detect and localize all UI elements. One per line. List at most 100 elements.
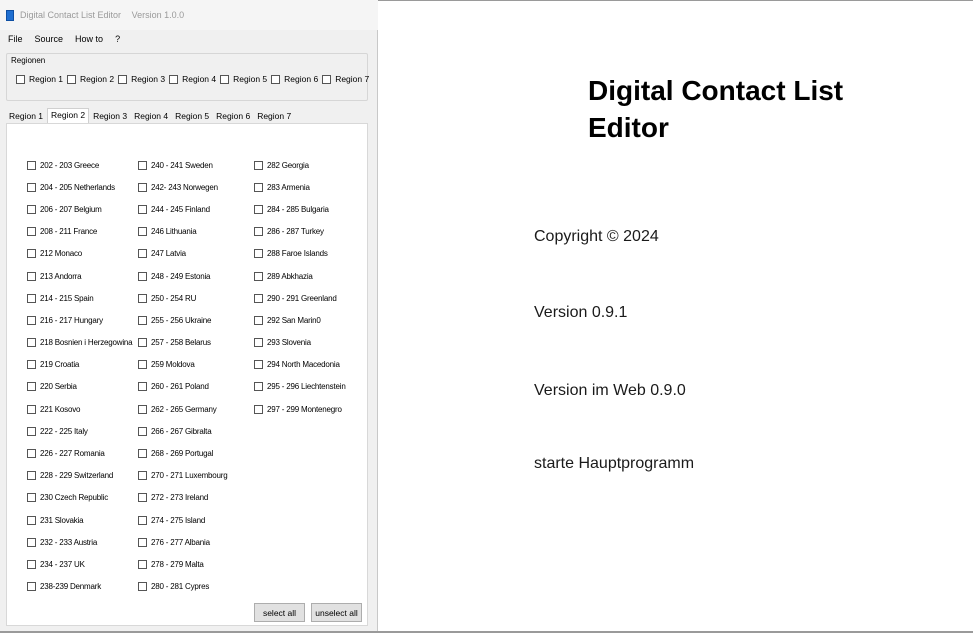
- country-checkbox[interactable]: 202 - 203 Greece: [27, 154, 132, 176]
- checkbox-square[interactable]: [27, 360, 36, 370]
- checkbox-square[interactable]: [27, 338, 36, 348]
- country-checkbox[interactable]: 268 - 269 Portugal: [138, 442, 228, 464]
- tab-region-3[interactable]: Region 3: [90, 109, 130, 124]
- country-checkbox[interactable]: 290 - 291 Greenland: [254, 287, 346, 309]
- checkbox-square[interactable]: [138, 404, 147, 414]
- regionen-checkbox-3[interactable]: Region 3: [118, 74, 165, 84]
- country-checkbox[interactable]: 206 - 207 Belgium: [27, 198, 132, 220]
- country-checkbox[interactable]: 220 Serbia: [27, 376, 132, 398]
- checkbox-square[interactable]: [322, 74, 332, 84]
- checkbox-square[interactable]: [67, 74, 77, 84]
- country-checkbox[interactable]: 240 - 241 Sweden: [138, 154, 228, 176]
- country-checkbox[interactable]: 250 - 254 RU: [138, 287, 228, 309]
- country-checkbox[interactable]: 230 Czech Republic: [27, 487, 132, 509]
- country-checkbox[interactable]: 218 Bosnien i Herzegowina: [27, 332, 133, 354]
- checkbox-square[interactable]: [138, 360, 147, 370]
- menu-file[interactable]: File: [8, 34, 23, 44]
- country-checkbox[interactable]: 282 Georgia: [254, 154, 346, 176]
- checkbox-square[interactable]: [254, 204, 263, 214]
- checkbox-square[interactable]: [138, 582, 147, 592]
- regionen-checkbox-1[interactable]: Region 1: [16, 74, 63, 84]
- checkbox-square[interactable]: [27, 426, 36, 436]
- country-checkbox[interactable]: 274 - 275 Island: [138, 509, 228, 531]
- checkbox-square[interactable]: [138, 449, 147, 459]
- country-checkbox[interactable]: 288 Faroe Islands: [254, 243, 346, 265]
- checkbox-square[interactable]: [254, 404, 263, 414]
- checkbox-square[interactable]: [27, 382, 36, 392]
- checkbox-square[interactable]: [27, 471, 36, 481]
- checkbox-square[interactable]: [138, 315, 147, 325]
- regionen-checkbox-6[interactable]: Region 6: [271, 74, 318, 84]
- checkbox-square[interactable]: [254, 315, 263, 325]
- country-checkbox[interactable]: 289 Abkhazia: [254, 265, 346, 287]
- checkbox-square[interactable]: [254, 382, 263, 392]
- checkbox-square[interactable]: [254, 293, 263, 303]
- checkbox-square[interactable]: [138, 271, 147, 281]
- checkbox-square[interactable]: [27, 182, 36, 192]
- country-checkbox[interactable]: 247 Latvia: [138, 243, 228, 265]
- checkbox-square[interactable]: [138, 382, 147, 392]
- country-checkbox[interactable]: 270 - 271 Luxembourg: [138, 465, 228, 487]
- tab-region-6[interactable]: Region 6: [213, 109, 253, 124]
- checkbox-square[interactable]: [271, 74, 281, 84]
- checkbox-square[interactable]: [27, 271, 36, 281]
- checkbox-square[interactable]: [27, 559, 36, 569]
- country-checkbox[interactable]: 214 - 215 Spain: [27, 287, 132, 309]
- country-checkbox[interactable]: 294 North Macedonia: [254, 354, 346, 376]
- country-checkbox[interactable]: 208 - 211 France: [27, 221, 132, 243]
- country-checkbox[interactable]: 234 - 237 UK: [27, 553, 132, 575]
- checkbox-square[interactable]: [27, 449, 36, 459]
- checkbox-square[interactable]: [138, 249, 147, 259]
- country-checkbox[interactable]: 276 - 277 Albania: [138, 531, 228, 553]
- country-checkbox[interactable]: 278 - 279 Malta: [138, 553, 228, 575]
- checkbox-square[interactable]: [27, 537, 36, 547]
- checkbox-square[interactable]: [27, 315, 36, 325]
- country-checkbox[interactable]: 238-239 Denmark: [27, 576, 132, 598]
- menu-help[interactable]: ?: [115, 34, 120, 44]
- checkbox-square[interactable]: [138, 293, 147, 303]
- regionen-checkbox-5[interactable]: Region 5: [220, 74, 267, 84]
- country-checkbox[interactable]: 244 - 245 Finland: [138, 198, 228, 220]
- checkbox-square[interactable]: [27, 160, 36, 170]
- unselect-all-button[interactable]: unselect all: [311, 603, 362, 622]
- checkbox-square[interactable]: [220, 74, 230, 84]
- checkbox-square[interactable]: [138, 515, 147, 525]
- checkbox-square[interactable]: [27, 293, 36, 303]
- country-checkbox[interactable]: 204 - 205 Netherlands: [27, 176, 132, 198]
- tab-region-1[interactable]: Region 1: [6, 109, 46, 124]
- checkbox-square[interactable]: [138, 160, 147, 170]
- tab-region-7[interactable]: Region 7: [254, 109, 294, 124]
- checkbox-square[interactable]: [27, 204, 36, 214]
- regionen-checkbox-4[interactable]: Region 4: [169, 74, 216, 84]
- country-checkbox[interactable]: 221 Kosovo: [27, 398, 132, 420]
- checkbox-square[interactable]: [138, 204, 147, 214]
- country-checkbox[interactable]: 222 - 225 Italy: [27, 420, 132, 442]
- country-checkbox[interactable]: 286 - 287 Turkey: [254, 221, 346, 243]
- checkbox-square[interactable]: [254, 271, 263, 281]
- start-main-program-link[interactable]: starte Hauptprogramm: [534, 455, 694, 473]
- country-checkbox[interactable]: 262 - 265 Germany: [138, 398, 228, 420]
- country-checkbox[interactable]: 292 San Marin0: [254, 309, 346, 331]
- checkbox-square[interactable]: [138, 471, 147, 481]
- country-checkbox[interactable]: 257 - 258 Belarus: [138, 332, 228, 354]
- country-checkbox[interactable]: 255 - 256 Ukraine: [138, 309, 228, 331]
- checkbox-square[interactable]: [27, 227, 36, 237]
- country-checkbox[interactable]: 212 Monaco: [27, 243, 132, 265]
- checkbox-square[interactable]: [254, 160, 263, 170]
- menu-source[interactable]: Source: [35, 34, 64, 44]
- country-checkbox[interactable]: 283 Armenia: [254, 176, 346, 198]
- checkbox-square[interactable]: [254, 182, 263, 192]
- checkbox-square[interactable]: [169, 74, 179, 84]
- checkbox-square[interactable]: [16, 74, 25, 84]
- checkbox-square[interactable]: [27, 582, 36, 592]
- regionen-checkbox-7[interactable]: Region 7: [322, 74, 369, 84]
- checkbox-square[interactable]: [138, 227, 147, 237]
- tab-region-5[interactable]: Region 5: [172, 109, 212, 124]
- country-checkbox[interactable]: 259 Moldova: [138, 354, 228, 376]
- checkbox-square[interactable]: [138, 426, 147, 436]
- country-checkbox[interactable]: 284 - 285 Bulgaria: [254, 198, 346, 220]
- checkbox-square[interactable]: [254, 249, 263, 259]
- checkbox-square[interactable]: [138, 338, 147, 348]
- country-checkbox[interactable]: 246 Lithuania: [138, 221, 228, 243]
- checkbox-square[interactable]: [27, 404, 36, 414]
